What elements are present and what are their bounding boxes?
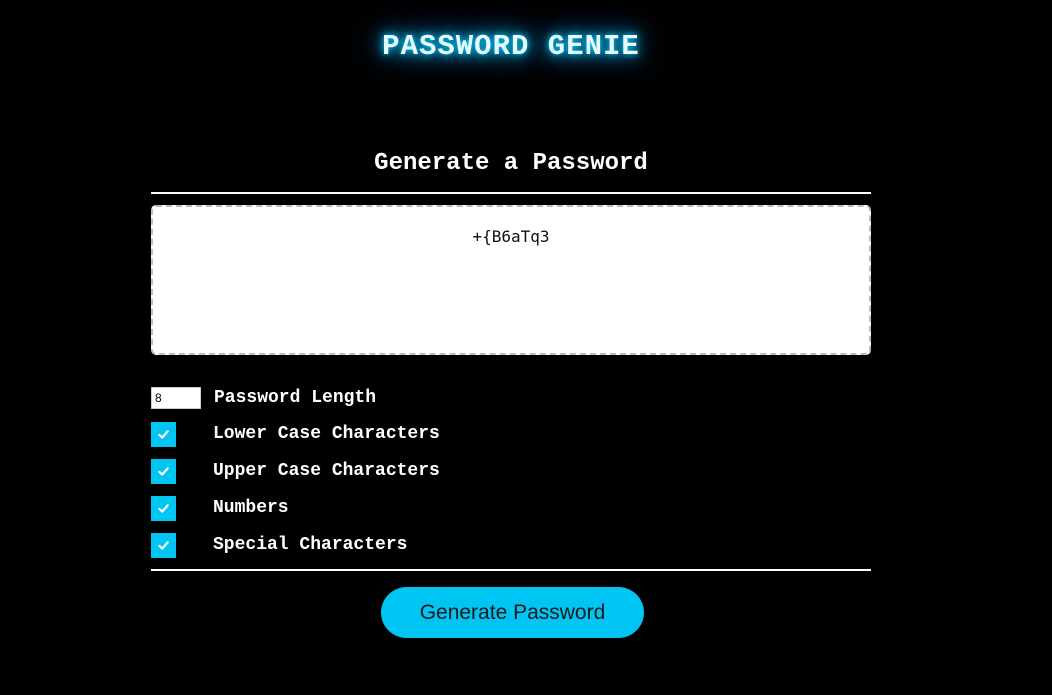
special-characters-label: Special Characters — [213, 535, 408, 555]
generate-password-button[interactable]: Generate Password — [381, 587, 644, 638]
lower-case-row: Lower Case Characters — [151, 421, 440, 447]
special-characters-checkbox[interactable] — [151, 532, 176, 558]
check-icon — [158, 503, 169, 513]
section-title: Generate a Password — [374, 150, 648, 177]
upper-case-label: Upper Case Characters — [213, 461, 440, 481]
password-output-box[interactable]: +{B6aTq3 — [151, 205, 871, 355]
top-divider — [151, 192, 871, 194]
app-title: PASSWORD GENIE — [382, 30, 640, 63]
lower-case-checkbox[interactable] — [151, 421, 176, 447]
numbers-checkbox[interactable] — [151, 495, 176, 521]
password-length-input[interactable] — [151, 387, 201, 409]
upper-case-checkbox[interactable] — [151, 458, 176, 484]
password-length-row: Password Length — [151, 385, 376, 411]
check-icon — [158, 429, 169, 439]
password-length-label: Password Length — [214, 388, 377, 408]
numbers-row: Numbers — [151, 495, 289, 521]
check-icon — [158, 540, 169, 550]
bottom-divider — [151, 569, 871, 571]
numbers-label: Numbers — [213, 498, 289, 518]
upper-case-row: Upper Case Characters — [151, 458, 440, 484]
special-characters-row: Special Characters — [151, 532, 407, 558]
generated-password-text: +{B6aTq3 — [472, 227, 550, 246]
check-icon — [158, 466, 169, 476]
lower-case-label: Lower Case Characters — [213, 424, 440, 444]
